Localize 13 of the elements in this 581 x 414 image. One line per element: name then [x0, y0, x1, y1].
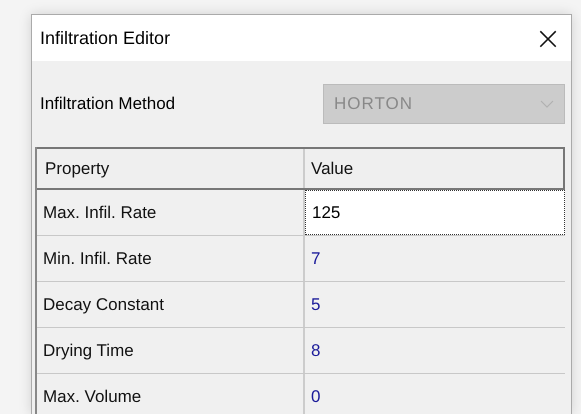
value-cell[interactable]: 0: [305, 374, 565, 414]
property-cell: Decay Constant: [37, 282, 305, 327]
property-cell: Max. Volume: [37, 374, 305, 414]
window-title: Infiltration Editor: [40, 28, 170, 48]
property-cell: Min. Infil. Rate: [37, 236, 305, 281]
property-cell: Drying Time: [37, 328, 305, 373]
value-cell[interactable]: 7: [305, 236, 565, 281]
value-cell[interactable]: 5: [305, 282, 565, 327]
value-cell[interactable]: 8: [305, 328, 565, 373]
value-cell[interactable]: 125: [305, 190, 565, 235]
method-label: Infiltration Method: [40, 94, 176, 114]
close-button[interactable]: ×: [525, 15, 571, 61]
chevron-down-icon: [540, 100, 554, 108]
